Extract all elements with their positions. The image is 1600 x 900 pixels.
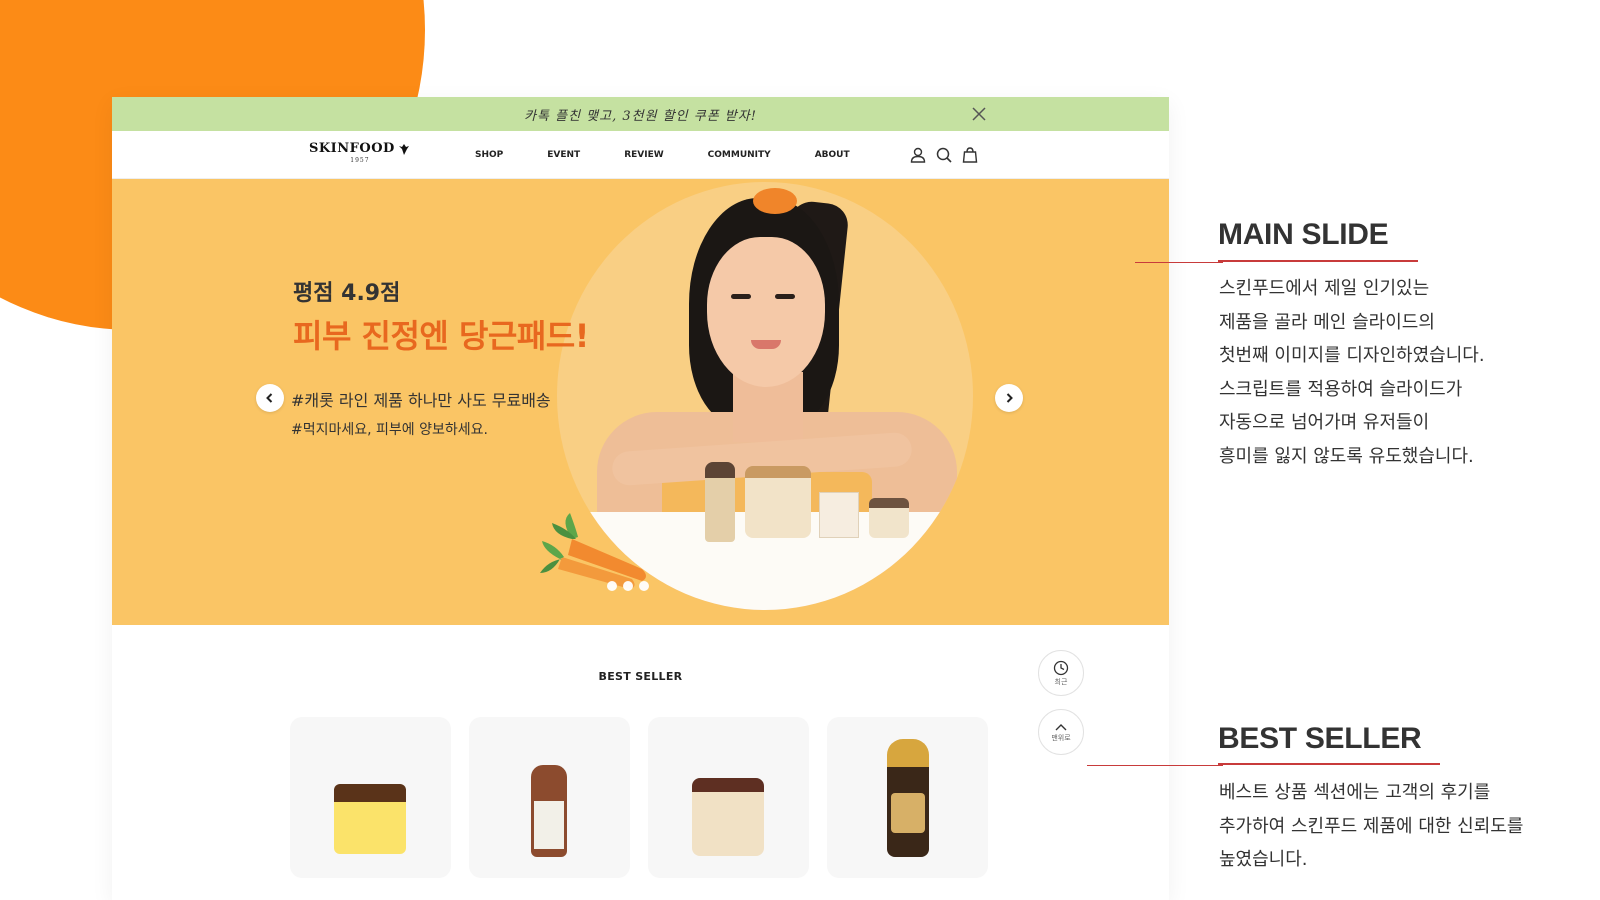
main-slide-annotation-title: MAIN SLIDE (1218, 218, 1389, 251)
announcement-bar: 카톡 플친 맺고, 3천원 할인 쿠폰 받자! (112, 97, 1169, 131)
user-icon[interactable] (909, 146, 927, 164)
hero-subtext-1: #캐롯 라인 제품 하나만 사도 무료배송 (291, 391, 551, 410)
product-image (334, 784, 406, 854)
next-slide-button[interactable] (995, 384, 1023, 412)
nav-item-review[interactable]: REVIEW (624, 150, 663, 160)
close-icon[interactable] (970, 105, 988, 123)
nav-icons (909, 146, 979, 164)
main-navigation: SKINFOOD 1957 SHOP EVENT REVIEW COMMUNIT… (112, 131, 1169, 179)
product-card-propolis-essence[interactable] (827, 717, 988, 878)
logo-text: SKINFOOD (309, 141, 395, 156)
best-seller-leader-line (1087, 765, 1223, 766)
slide-dot-2[interactable] (623, 581, 633, 591)
nav-item-event[interactable]: EVENT (547, 150, 580, 160)
product-card-water-parsley-serum[interactable] (469, 717, 630, 878)
slide-indicators (607, 581, 649, 591)
best-seller-title: BEST SELLER (598, 670, 683, 683)
hero-rating: 평점 4.9점 (293, 281, 401, 306)
product-card-carrot-pad[interactable] (648, 717, 809, 878)
top-label: 맨위로 (1051, 733, 1071, 742)
nav-item-shop[interactable]: SHOP (475, 150, 503, 160)
hero-headline: 피부 진정엔 당근패드! (293, 317, 589, 355)
prev-slide-button[interactable] (256, 384, 284, 412)
main-slide-leader-line (1135, 262, 1223, 263)
product-card-dark-spot-cream[interactable] (290, 717, 451, 878)
best-seller-underline (1218, 763, 1440, 765)
best-seller-list (290, 717, 988, 878)
chevron-up-icon (1055, 723, 1067, 730)
bag-icon[interactable] (961, 146, 979, 164)
logo-year: 1957 (350, 157, 370, 164)
nav-item-community[interactable]: COMMUNITY (708, 150, 771, 160)
main-slide-underline (1218, 260, 1418, 262)
recent-label: 최근 (1054, 677, 1068, 686)
clock-icon (1053, 660, 1069, 675)
hero-subtext-2: #먹지마세요, 피부에 양보하세요. (291, 422, 488, 438)
slide-dot-3[interactable] (639, 581, 649, 591)
chevron-right-icon (1006, 393, 1013, 403)
carrot-illustration (540, 513, 646, 589)
best-seller-annotation-title: BEST SELLER (1218, 722, 1422, 755)
slide-dot-1[interactable] (607, 581, 617, 591)
chevron-left-icon (266, 393, 273, 403)
main-slide-annotation-text: 스킨푸드에서 제일 인기있는 제품을 골라 메인 슬라이드의 첫번째 이미지를 … (1219, 278, 1485, 467)
search-icon[interactable] (935, 146, 953, 164)
portfolio-canvas: 카톡 플친 맺고, 3천원 할인 쿠폰 받자! SKINFOOD 1957 SH… (0, 0, 1600, 900)
announcement-text: 카톡 플친 맺고, 3천원 할인 쿠폰 받자! (524, 108, 757, 124)
website-mockup: 카톡 플친 맺고, 3천원 할인 쿠폰 받자! SKINFOOD 1957 SH… (112, 97, 1169, 900)
product-image (692, 778, 764, 856)
best-seller-annotation-text: 베스트 상품 섹션에는 고객의 후기를 추가하여 스킨푸드 제품에 대한 신뢰도… (1219, 782, 1524, 870)
nav-item-about[interactable]: ABOUT (815, 150, 850, 160)
main-slide: 평점 4.9점 피부 진정엔 당근패드! #캐롯 라인 제품 하나만 사도 무료… (112, 179, 1169, 625)
logo[interactable]: SKINFOOD 1957 (309, 141, 411, 164)
recent-view-button[interactable]: 최근 (1038, 650, 1084, 696)
carrot-logo-icon (398, 143, 409, 155)
scroll-top-button[interactable]: 맨위로 (1038, 709, 1084, 755)
nav-menu: SHOP EVENT REVIEW COMMUNITY ABOUT (475, 131, 894, 179)
